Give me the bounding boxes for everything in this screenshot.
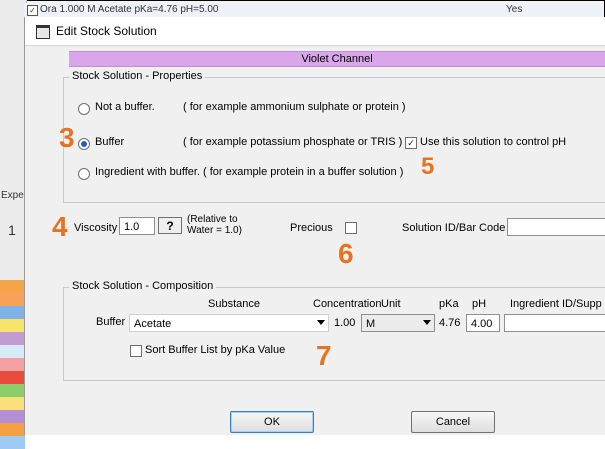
ph-header: pH [472,298,487,310]
substance-header: Substance [208,298,260,310]
pka-header: pKa [439,298,459,310]
edit-stock-solution-dialog: Edit Stock Solution Violet Channel Stock… [24,17,605,435]
background-list-row[interactable]: ✓ Ora 1.000 M Acetate pKa=4.76 pH=5.00 Y… [24,3,603,18]
radio-buffer[interactable] [78,138,90,150]
not-a-buffer-label: Not a buffer. [95,101,155,113]
buffer-example: ( for example potassium phosphate or TRI… [183,136,403,148]
color-swatch [0,410,25,423]
control-ph-label: Use this solution to control pH [420,136,567,148]
color-swatch [0,371,25,384]
background-row-checkbox[interactable]: ✓ [27,5,38,16]
ingredient-id-input[interactable] [504,314,605,332]
callout-4: 4 [52,211,68,242]
buffer-row-label: Buffer [96,316,126,328]
color-swatch [0,319,25,332]
buffer-label: Buffer [95,136,125,148]
color-swatch [0,332,25,345]
concentration-header: Concentration [313,298,382,310]
callout-3: 3 [59,122,75,153]
control-ph-checkbox[interactable]: ✓ [405,137,417,149]
background-row-value: Yes [506,4,523,15]
color-swatch [0,397,25,410]
radio-not-a-buffer[interactable] [78,103,90,115]
color-swatch [0,436,25,449]
viscosity-input[interactable]: 1.0 [119,217,155,235]
unit-value: M [366,318,376,330]
substance-value: Acetate [134,318,172,330]
pka-value: 4.76 [439,317,461,329]
window-icon [36,25,50,39]
precious-label: Precious [290,222,333,234]
viscosity-note-line2: Water = 1.0) [187,225,242,236]
viscosity-help-button[interactable]: ? [158,217,182,234]
substance-select[interactable]: Acetate [129,314,329,332]
channel-band: Violet Channel [69,51,605,67]
viscosity-note-line1: (Relative to [187,214,238,225]
color-swatch [0,293,25,306]
color-swatch [0,306,25,319]
dialog-titlebar[interactable]: Edit Stock Solution [25,17,605,46]
callout-6: 6 [338,238,354,269]
ingredient-with-buffer-label: Ingredient with buffer. ( for example pr… [95,166,404,178]
background-left-label: Expe [1,190,24,201]
ingredient-id-header: Ingredient ID/Supp [510,298,602,310]
properties-group-label: Stock Solution - Properties [69,70,206,82]
callout-7: 7 [316,340,332,371]
color-swatch [0,358,25,371]
solution-id-input[interactable] [507,218,605,236]
substance-dropdown-icon[interactable] [317,320,325,325]
color-swatch [0,384,25,397]
sort-by-pka-checkbox[interactable] [130,345,142,357]
solution-id-label: Solution ID/Bar Code [402,222,506,234]
concentration-value[interactable]: 1.00 [334,317,355,329]
unit-dropdown-icon[interactable] [423,320,431,325]
background-row-text: Ora 1.000 M Acetate pKa=4.76 pH=5.00 [40,4,219,15]
composition-group-label: Stock Solution - Composition [69,280,217,292]
sort-by-pka-label: Sort Buffer List by pKa Value [145,344,286,356]
dialog-title: Edit Stock Solution [56,24,157,38]
precious-checkbox[interactable] [345,222,357,234]
cancel-button[interactable]: Cancel [411,411,495,433]
color-swatch [0,345,25,358]
color-swatch [0,280,25,293]
ph-input[interactable]: 4.00 [466,314,500,332]
callout-5: 5 [421,153,435,180]
background-left-digit: 1 [8,222,16,238]
ok-button[interactable]: OK [230,411,314,433]
not-a-buffer-example: ( for example ammonium sulphate or prote… [183,101,406,113]
radio-ingredient-with-buffer[interactable] [78,168,90,180]
background-left-panel: Expe 1 [0,0,27,449]
unit-select[interactable]: M [361,314,435,332]
color-swatch [0,423,25,436]
viscosity-label: Viscosity [74,222,118,234]
unit-header: Unit [381,298,401,310]
